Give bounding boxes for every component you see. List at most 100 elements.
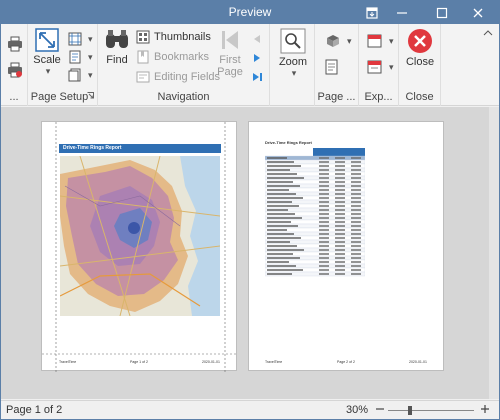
editing-fields-button[interactable]: Editing Fields bbox=[136, 68, 220, 86]
table-cell-value bbox=[351, 209, 361, 211]
page-2-footer-right: 2020-01-01 bbox=[409, 360, 427, 364]
zoom-in-button[interactable] bbox=[479, 403, 491, 418]
page-info: Page 1 of 2 bbox=[6, 404, 63, 416]
print-button[interactable] bbox=[7, 36, 23, 55]
table-cell-value bbox=[351, 161, 361, 163]
table-cell-value bbox=[351, 177, 361, 179]
chevron-down-icon: ▾ bbox=[45, 66, 51, 76]
watermark-button[interactable] bbox=[325, 58, 343, 76]
table-cell-text bbox=[267, 165, 301, 167]
table-cell-value bbox=[351, 229, 361, 231]
first-page-label-line2: Page bbox=[217, 66, 243, 78]
zoom-slider-track[interactable] bbox=[388, 406, 474, 415]
maximize-button[interactable] bbox=[427, 1, 457, 24]
table-cell-text bbox=[267, 265, 296, 267]
zoom-label: Zoom bbox=[278, 56, 308, 68]
table-cell-value bbox=[319, 273, 329, 275]
previous-page-icon bbox=[254, 35, 260, 43]
table-cell-text bbox=[267, 229, 287, 231]
printer-icon bbox=[8, 36, 22, 52]
table-cell-value bbox=[319, 189, 329, 191]
table-cell-text bbox=[267, 177, 304, 179]
table-cell-value bbox=[319, 265, 329, 267]
thumbnails-button[interactable]: Thumbnails bbox=[136, 28, 211, 46]
restore-layout-button[interactable] bbox=[357, 1, 387, 24]
bookmarks-button[interactable]: Bookmarks bbox=[136, 48, 209, 66]
chevron-down-icon: ▾ bbox=[389, 61, 394, 72]
find-label: Find bbox=[106, 54, 128, 66]
collapse-ribbon-button[interactable] bbox=[483, 28, 493, 40]
export-button[interactable]: ▾ bbox=[367, 32, 394, 50]
chevron-down-icon: ▾ bbox=[347, 35, 352, 46]
table-cell-value bbox=[335, 197, 345, 199]
zoom-button[interactable]: Zoom ▾ bbox=[278, 28, 308, 79]
dialog-launcher-icon bbox=[87, 92, 94, 99]
first-page-button[interactable]: First Page bbox=[216, 28, 244, 78]
page-1-footer-center: Page 1 of 2 bbox=[130, 360, 148, 364]
table-cell-value bbox=[319, 193, 329, 195]
minimize-button[interactable] bbox=[387, 1, 417, 24]
preview-page-2[interactable]: Drive-Time Rings Report TravelTime Page … bbox=[248, 121, 444, 371]
close-window-button[interactable] bbox=[463, 1, 493, 24]
table-cell-value bbox=[335, 233, 345, 235]
vertical-scrollbar[interactable] bbox=[489, 107, 499, 399]
margins-button[interactable]: ▾ bbox=[68, 30, 93, 48]
window-title: Preview bbox=[228, 5, 272, 19]
chevron-down-icon: ▾ bbox=[88, 69, 93, 80]
table-cell-value bbox=[319, 225, 329, 227]
table-cell-value bbox=[351, 213, 361, 215]
thumbnails-icon bbox=[136, 30, 150, 44]
quick-print-button[interactable] bbox=[7, 62, 23, 81]
table-cell-value bbox=[319, 161, 329, 163]
preview-page-1[interactable]: Drive-Time Rings Report TravelTime Page … bbox=[41, 121, 238, 372]
table-cell-value bbox=[319, 241, 329, 243]
page-2-footer-left: TravelTime bbox=[265, 360, 283, 364]
table-cell-value bbox=[351, 221, 361, 223]
page-1-footer-left: TravelTime bbox=[59, 360, 77, 364]
document-workspace[interactable]: Drive-Time Rings Report TravelTime Page … bbox=[1, 107, 499, 399]
scale-label: Scale bbox=[33, 54, 61, 66]
page-setup-launcher[interactable] bbox=[87, 90, 94, 102]
table-cell-value bbox=[319, 233, 329, 235]
table-cell-value bbox=[351, 233, 361, 235]
first-page-icon bbox=[222, 31, 238, 49]
ribbon-group-export: ▾ ▾ Exp... bbox=[359, 24, 399, 106]
table-cell-value bbox=[351, 189, 361, 191]
page-color-button[interactable]: ▾ bbox=[325, 32, 352, 50]
table-cell-value bbox=[335, 213, 345, 215]
zoom-out-button[interactable] bbox=[374, 403, 386, 418]
table-cell-text bbox=[267, 269, 303, 271]
previous-page-button[interactable] bbox=[252, 34, 262, 47]
send-document-icon bbox=[367, 60, 382, 74]
table-cell-value bbox=[319, 205, 329, 207]
send-button[interactable]: ▾ bbox=[367, 58, 394, 76]
orientation-button[interactable]: ▾ bbox=[68, 48, 93, 66]
paper-size-button[interactable]: ▾ bbox=[68, 66, 93, 84]
table-cell-value bbox=[319, 197, 329, 199]
table-cell-value bbox=[319, 217, 329, 219]
zoom-slider-thumb[interactable] bbox=[407, 406, 412, 415]
table-cell-value bbox=[319, 249, 329, 251]
close-preview-button[interactable]: Close bbox=[405, 28, 435, 68]
table-cell-value bbox=[351, 249, 361, 251]
next-page-button[interactable] bbox=[252, 53, 262, 66]
table-cell-value bbox=[335, 229, 345, 231]
ribbon-group-page-background: ▾ Page ... bbox=[315, 24, 359, 106]
table-cell-value bbox=[335, 173, 345, 175]
table-cell-text bbox=[267, 185, 300, 187]
table-cell-value bbox=[335, 165, 345, 167]
preview-window: Preview ... Scale ▾ ▾ ▾ ▾ Page Setup Fin… bbox=[0, 0, 500, 420]
table-cell-text bbox=[267, 193, 296, 195]
table-cell-value bbox=[319, 229, 329, 231]
find-button[interactable]: Find bbox=[104, 28, 130, 66]
thumbnails-label: Thumbnails bbox=[154, 31, 211, 43]
last-page-button[interactable] bbox=[252, 72, 263, 85]
scale-button[interactable]: Scale ▾ bbox=[33, 28, 61, 77]
ribbon-group-page-setup: Scale ▾ ▾ ▾ ▾ Page Setup bbox=[28, 24, 98, 106]
table-cell-value bbox=[351, 225, 361, 227]
chevron-down-icon: ▾ bbox=[389, 35, 394, 46]
chevron-down-icon: ▾ bbox=[88, 33, 93, 44]
minimize-icon bbox=[397, 11, 407, 14]
table-cell-value bbox=[319, 201, 329, 203]
export-document-icon bbox=[367, 34, 382, 48]
